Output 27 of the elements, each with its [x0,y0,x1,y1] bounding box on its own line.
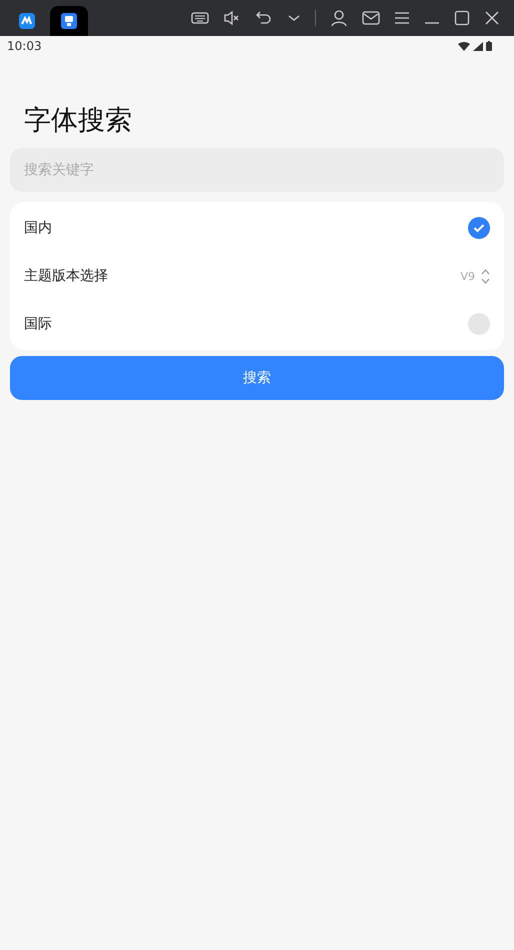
app-logo-icon [19,13,35,29]
version-value[interactable]: V9 [460,270,475,282]
page-title: 字体搜索 [24,104,133,138]
search-button[interactable]: 搜索 [10,356,504,400]
radio-button[interactable] [468,313,490,335]
up-down-icon[interactable] [481,268,490,284]
keyboard-icon[interactable] [191,11,209,25]
menu-icon[interactable] [394,11,410,25]
wifi-icon [458,42,470,50]
radio-button[interactable] [468,217,490,239]
chevron-down-icon[interactable] [287,13,301,23]
undo-icon[interactable] [255,10,273,26]
app-tab[interactable] [50,6,88,36]
maximize-icon[interactable] [454,10,470,26]
mute-icon[interactable] [223,10,241,26]
close-icon[interactable] [484,10,500,26]
user-icon[interactable] [330,9,348,27]
option-label: 国际 [24,315,52,333]
check-icon [473,223,485,233]
app-logo-icon [61,13,77,29]
mail-icon[interactable] [362,11,380,25]
option-label: 国内 [24,219,52,237]
option-label: 主题版本选择 [24,267,108,285]
signal-icon [473,42,483,50]
search-field[interactable]: 搜索关键字 [10,148,504,192]
status-time: 10:03 [7,39,42,53]
battery-icon [486,41,492,51]
